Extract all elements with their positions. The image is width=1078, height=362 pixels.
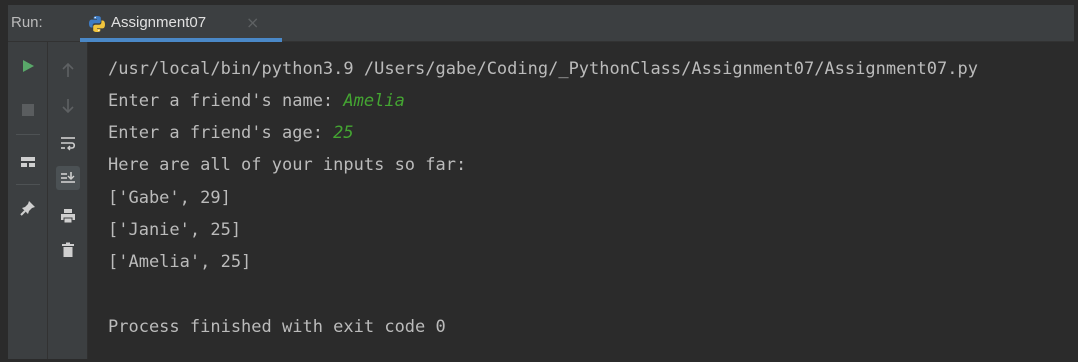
soft-wrap-icon[interactable] xyxy=(56,131,80,155)
console-output[interactable]: /usr/local/bin/python3.9 /Users/gabe/Cod… xyxy=(88,42,1074,359)
entry-line: ['Janie', 25] xyxy=(108,220,242,240)
scroll-down-icon[interactable] xyxy=(56,94,80,118)
close-icon[interactable]: × xyxy=(246,13,259,32)
prompt-age-line: Enter a friend's age: 25 xyxy=(108,123,354,143)
toolbar-separator xyxy=(16,184,40,185)
scroll-to-end-icon[interactable] xyxy=(56,166,80,190)
prompt-name-line: Enter a friend's name: Amelia xyxy=(108,91,405,111)
run-toolbar-secondary xyxy=(48,42,88,359)
entry-line: ['Gabe', 29] xyxy=(108,188,231,208)
run-label: Run: xyxy=(11,14,43,31)
entry-line: ['Amelia', 25] xyxy=(108,252,252,272)
tab-assignment07[interactable]: Assignment07 × xyxy=(80,5,282,42)
prompt-name: Enter a friend's name: xyxy=(108,91,344,111)
run-header: Run: Assignment07 × xyxy=(8,5,1074,42)
print-icon[interactable] xyxy=(56,204,80,228)
summary-line: Here are all of your inputs so far: xyxy=(108,155,467,175)
run-toolbar-primary xyxy=(8,42,48,359)
layout-icon[interactable] xyxy=(16,150,40,174)
exit-message: Process finished with exit code 0 xyxy=(108,317,446,337)
run-tool-window: Run: Assignment07 × /usr/local/bin/pytho… xyxy=(8,5,1074,359)
input-name: Amelia xyxy=(343,91,405,111)
scroll-up-icon[interactable] xyxy=(56,58,80,82)
rerun-icon[interactable] xyxy=(16,54,40,78)
input-age: 25 xyxy=(333,123,354,143)
tab-title: Assignment07 xyxy=(111,14,207,31)
pin-icon[interactable] xyxy=(16,196,40,220)
prompt-age: Enter a friend's age: xyxy=(108,123,334,143)
trash-icon[interactable] xyxy=(56,238,80,262)
stop-icon[interactable] xyxy=(16,98,40,122)
python-icon xyxy=(88,15,106,33)
toolbar-separator xyxy=(16,134,40,135)
command-line: /usr/local/bin/python3.9 /Users/gabe/Cod… xyxy=(108,59,978,79)
